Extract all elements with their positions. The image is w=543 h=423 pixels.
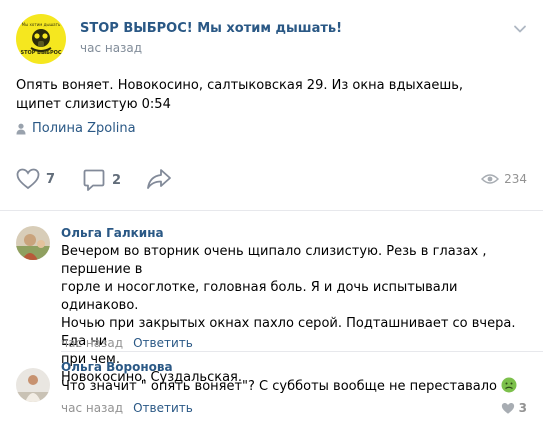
comment-item: Ольга Галкина Вечером во вторник очень щ… [16, 226, 527, 385]
comment-meta: час назад Ответить [61, 336, 193, 350]
avatar-stop-label: STOP ВЫБРОС [20, 50, 62, 56]
avatar[interactable] [16, 226, 50, 260]
post-text: Опять воняет. Новокосино, салтыковская 2… [16, 78, 464, 112]
post-author[interactable]: Полина Zpolina [16, 121, 136, 136]
reply-button[interactable]: Ответить [133, 336, 193, 350]
like-icon [16, 168, 40, 190]
post-time[interactable]: час назад [80, 41, 142, 55]
comment-author[interactable]: Ольга Воронова [61, 360, 173, 374]
views-count: 234 [504, 172, 527, 186]
comment-button[interactable]: 2 [82, 168, 121, 192]
post-actions: 7 2 234 [16, 168, 527, 194]
post-author-name[interactable]: Полина Zpolina [32, 121, 136, 136]
like-count: 7 [46, 171, 56, 187]
comment-time[interactable]: час назад [61, 336, 123, 350]
share-button[interactable] [146, 168, 172, 190]
comment-line: горле и носоглотке, головная боль. Я и д… [61, 280, 458, 313]
comment-like-button[interactable]: 3 [501, 401, 527, 415]
more-icon[interactable] [513, 22, 527, 36]
comment-line: Что значит " опять воняет"? С субботы во… [61, 379, 497, 394]
reply-button[interactable]: Ответить [133, 401, 193, 415]
comment-item: Ольга Воронова Что значит " опять воняет… [16, 360, 527, 420]
divider [61, 351, 543, 352]
comment-count: 2 [112, 172, 122, 188]
avatar-photo-icon [16, 368, 50, 402]
post-header: Мы хотим дышать STOP ВЫБРОС STOP ВЫБРОС!… [16, 14, 527, 64]
comment-like-count: 3 [518, 401, 527, 415]
comment-icon [83, 169, 105, 191]
group-name-link[interactable]: STOP ВЫБРОС! Мы хотим дышать! [80, 21, 342, 36]
comment-line: Вечером во вторник очень щипало слизисту… [61, 244, 487, 277]
sick-emoji-icon [501, 377, 517, 393]
comment-author[interactable]: Ольга Галкина [61, 226, 164, 240]
avatar-photo-icon [16, 226, 50, 260]
comment-meta: час назад Ответить [61, 401, 193, 415]
views-icon [481, 174, 500, 184]
share-icon [147, 169, 171, 189]
user-icon [16, 123, 26, 134]
comment-time[interactable]: час назад [61, 401, 123, 415]
comment-text: Что значит " опять воняет"? С субботы во… [61, 377, 521, 396]
like-button[interactable]: 7 [16, 168, 55, 190]
like-icon [501, 402, 514, 414]
group-avatar[interactable]: Мы хотим дышать STOP ВЫБРОС [16, 14, 66, 64]
gas-mask-logo-icon [30, 29, 52, 52]
avatar[interactable] [16, 368, 50, 402]
divider [0, 210, 543, 211]
views-counter: 234 [481, 172, 527, 186]
